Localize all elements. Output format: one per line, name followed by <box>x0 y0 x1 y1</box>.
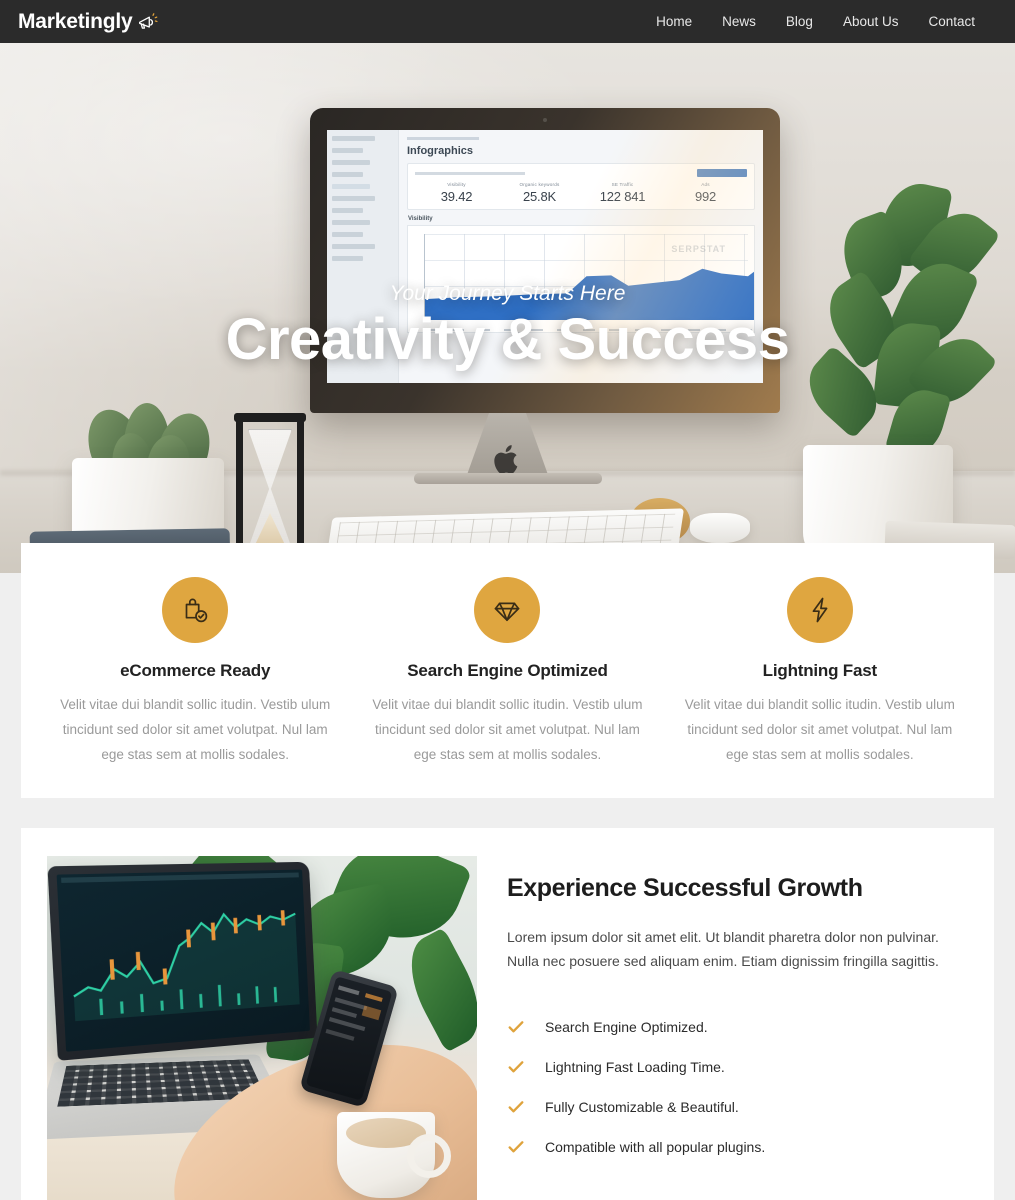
growth-image <box>47 855 477 1200</box>
feature-description: Velit vitae dui blandit sollic itudin. V… <box>684 697 955 762</box>
dashboard-panel-header <box>415 169 747 177</box>
diamond-icon <box>474 577 541 643</box>
growth-description: Lorem ipsum dolor sit amet elit. Ut blan… <box>507 928 939 970</box>
dashboard-breadcrumb <box>407 137 479 140</box>
check-icon <box>507 1138 525 1156</box>
brand-logo[interactable]: Marketingly <box>18 10 158 34</box>
checklist-item: Fully Customizable & Beautiful. <box>507 1098 968 1116</box>
hero-title: Creativity & Success <box>225 307 790 373</box>
kpi-label: SE Traffic <box>611 182 634 187</box>
imac-camera <box>543 118 547 122</box>
growth-title: Experience Successful Growth <box>507 873 863 902</box>
feature-title: Lightning Fast <box>762 661 877 680</box>
check-icon <box>507 1098 525 1116</box>
checklist-label: Lightning Fast Loading Time. <box>545 1058 725 1075</box>
feature-description: Velit vitae dui blandit sollic itudin. V… <box>60 697 331 762</box>
growth-coffee-cup <box>337 1111 451 1198</box>
kpi-organic-keywords: Organic keywords 25.8K <box>498 182 581 204</box>
features-card: eCommerce Ready Velit vitae dui blandit … <box>21 543 994 798</box>
dashboard-kpi-panel: Visibility 39.42 Organic keywords 25.8K … <box>407 163 755 210</box>
hero-section: Infographics Visibility 39.42 Organic ke… <box>0 43 1015 573</box>
checklist-item: Compatible with all popular plugins. <box>507 1138 968 1156</box>
checklist-item: Search Engine Optimized. <box>507 1018 968 1036</box>
feature-title: eCommerce Ready <box>120 661 271 680</box>
checklist-label: Fully Customizable & Beautiful. <box>545 1098 739 1115</box>
check-icon <box>507 1018 525 1036</box>
lightning-bolt-icon <box>786 577 853 643</box>
feature-search-engine-optimized: Search Engine Optimized Velit vitae dui … <box>351 577 663 768</box>
nav-item-about-us[interactable]: About Us <box>828 8 914 35</box>
nav-item-contact[interactable]: Contact <box>913 8 990 35</box>
main-navigation: Home News Blog About Us Contact <box>641 8 990 35</box>
site-header: Marketingly Home News Blog About Us Cont… <box>0 0 1015 43</box>
feature-lightning-fast: Lightning Fast Velit vitae dui blandit s… <box>664 577 976 768</box>
feature-description: Velit vitae dui blandit sollic itudin. V… <box>372 697 643 762</box>
nav-item-blog[interactable]: Blog <box>771 8 828 35</box>
nav-item-home[interactable]: Home <box>641 8 707 35</box>
checklist-item: Lightning Fast Loading Time. <box>507 1058 968 1076</box>
growth-checklist: Search Engine Optimized. Lightning Fast … <box>507 1018 968 1156</box>
dashboard-panel-subtitle <box>415 171 525 175</box>
growth-card: Experience Successful Growth Lorem ipsum… <box>21 827 994 1200</box>
kpi-label: Organic keywords <box>519 182 560 187</box>
check-icon <box>507 1058 525 1076</box>
brand-name: Marketingly <box>18 10 133 33</box>
apple-logo-icon <box>492 443 522 477</box>
imac-foot <box>413 473 602 484</box>
kpi-value: 39.42 <box>440 189 473 204</box>
kpi-value: 122 841 <box>599 189 646 204</box>
shopping-bag-check-icon <box>162 577 229 643</box>
kpi-se-traffic: SE Traffic 122 841 <box>581 182 664 204</box>
visibility-section-label: Visibility <box>408 216 433 222</box>
dashboard-kpi-row: Visibility 39.42 Organic keywords 25.8K … <box>415 182 747 204</box>
kpi-label: Visibility <box>447 182 466 187</box>
kpi-visibility: Visibility 39.42 <box>415 182 498 204</box>
kpi-ads: Ads 992 <box>664 182 747 204</box>
checklist-label: Search Engine Optimized. <box>545 1018 708 1035</box>
save-as-image-button[interactable] <box>697 169 747 177</box>
checklist-label: Compatible with all popular plugins. <box>545 1138 766 1155</box>
desk-mouse <box>690 513 750 543</box>
feature-title: Search Engine Optimized <box>407 661 608 680</box>
growth-body: Experience Successful Growth Lorem ipsum… <box>507 856 968 1200</box>
hero-eyebrow: Your Journey Starts Here <box>389 282 626 305</box>
hero-copy: Your Journey Starts Here Creativity & Su… <box>0 281 1015 373</box>
nav-item-news[interactable]: News <box>707 8 771 35</box>
kpi-value: 25.8K <box>523 189 556 204</box>
kpi-value: 992 <box>694 189 717 204</box>
kpi-label: Ads <box>701 182 710 187</box>
trading-chart <box>64 891 303 1022</box>
growth-laptop-screen <box>47 861 318 1061</box>
plant-right <box>775 177 1005 573</box>
megaphone-icon <box>136 12 158 34</box>
feature-ecommerce-ready: eCommerce Ready Velit vitae dui blandit … <box>39 577 351 768</box>
dashboard-title: Infographics <box>407 145 474 157</box>
